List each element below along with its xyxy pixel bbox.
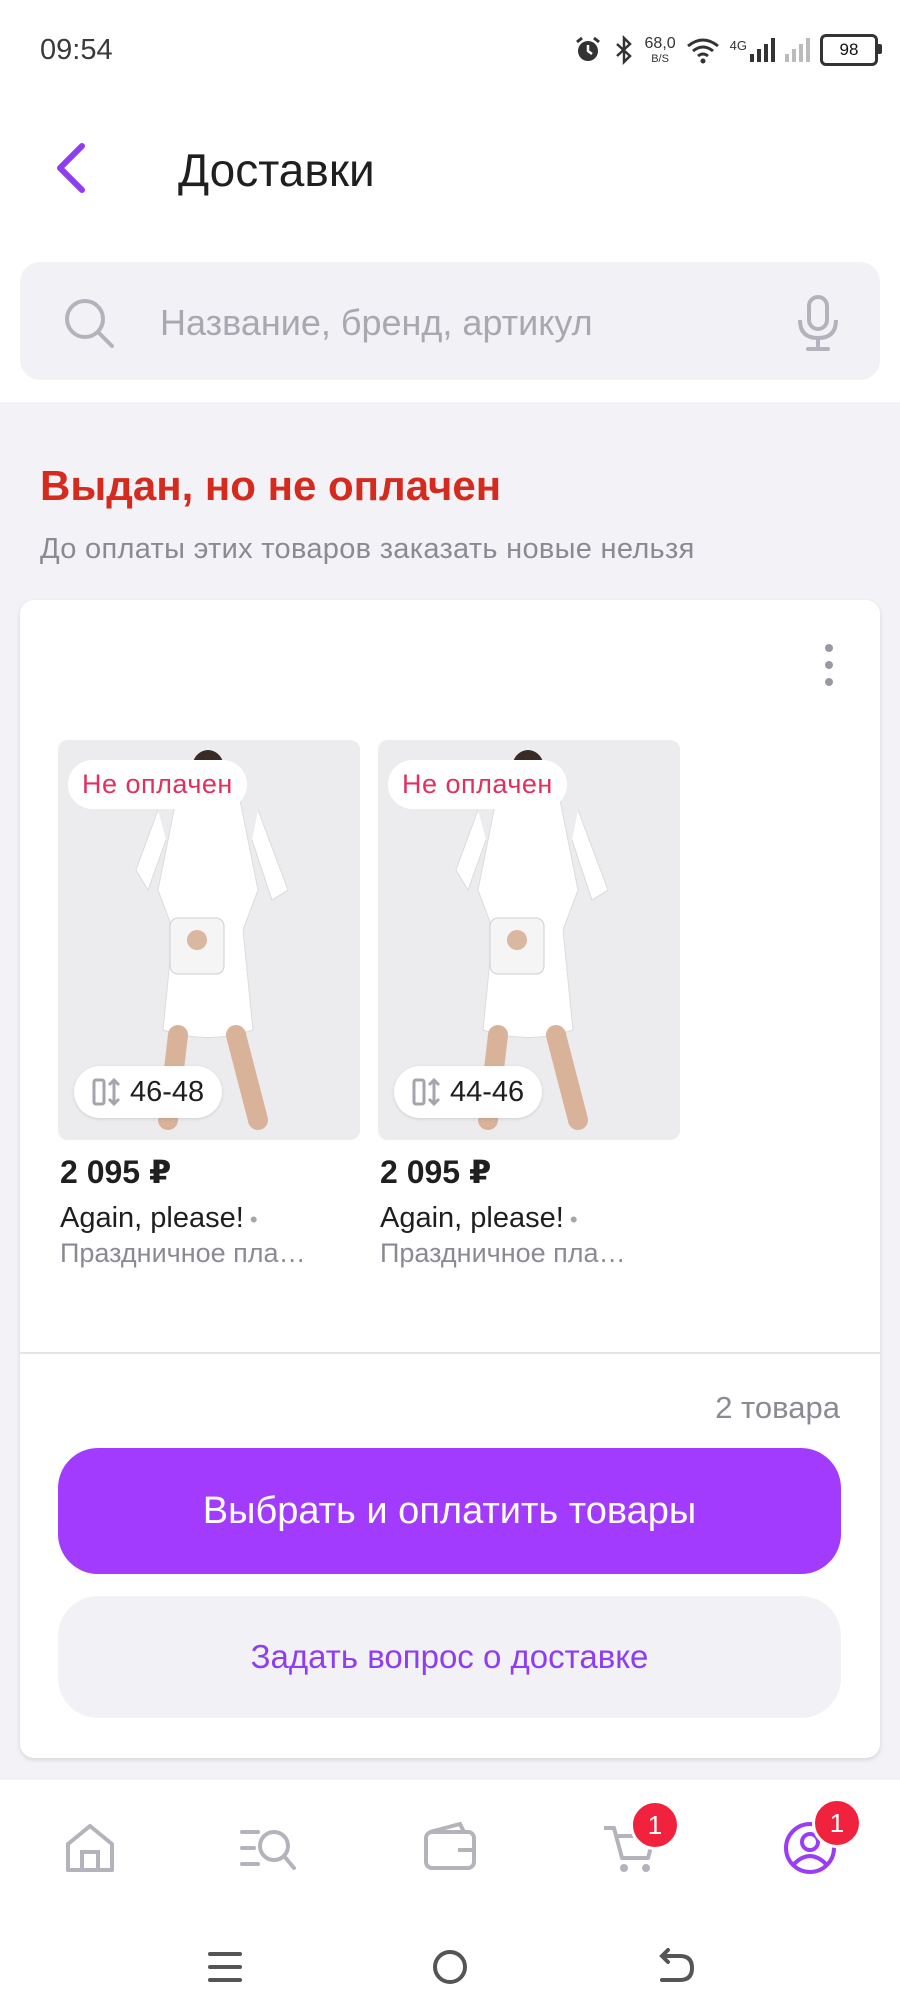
page-title: Доставки: [178, 144, 375, 196]
product-name: Праздничное пла…: [380, 1238, 626, 1268]
product-brand: Again, please! •: [60, 1202, 258, 1234]
battery-indicator: 98: [820, 34, 882, 66]
home-icon[interactable]: [60, 1818, 120, 1878]
size-badge: 46-48: [74, 1066, 223, 1118]
network-speed: 68,0 B/S: [644, 34, 676, 65]
bluetooth-icon: [615, 35, 632, 65]
status-icons: 68,0 B/S 4G 98: [573, 28, 882, 72]
alert-subtitle: До оплаты этих товаров заказать новые не…: [40, 533, 695, 565]
status-time: 09:54: [40, 34, 113, 66]
network-type: 4G: [729, 38, 747, 53]
cell-signal-icon: 4G: [730, 38, 775, 62]
product-price: 2 095 ₽: [380, 1154, 492, 1190]
cell-signal-2-icon: [785, 38, 810, 62]
product-image[interactable]: Не оплачен 46-48: [58, 740, 360, 1140]
speed-value: 68,0: [644, 34, 676, 52]
home-circle-icon[interactable]: [425, 1942, 475, 1992]
size-value: 46-48: [130, 1075, 205, 1108]
menu-icon[interactable]: [200, 1942, 250, 1992]
wallet-icon[interactable]: [420, 1818, 480, 1878]
search-icon: [65, 299, 114, 348]
cart-badge: 1: [630, 1800, 680, 1850]
select-and-pay-button[interactable]: Выбрать и оплатить товары: [58, 1448, 841, 1574]
more-options-icon[interactable]: [816, 644, 842, 694]
profile-badge: 1: [812, 1798, 862, 1848]
header: [0, 100, 900, 250]
alert-title: Выдан, но не оплачен: [40, 462, 502, 509]
back-arrow-icon[interactable]: [650, 1942, 700, 1992]
search-placeholder: Название, бренд, артикул: [160, 302, 593, 343]
size-value: 44-46: [450, 1075, 525, 1108]
brand-name: Again, please!: [60, 1202, 244, 1234]
brand-name: Again, please!: [380, 1202, 564, 1234]
catalog-search-icon[interactable]: [238, 1818, 298, 1878]
items-count: 2 товара: [715, 1390, 840, 1425]
product-image[interactable]: Не оплачен 44-46: [378, 740, 680, 1140]
size-ruler-icon: [412, 1077, 441, 1107]
divider: [20, 1352, 880, 1354]
product-name: Праздничное пла…: [60, 1238, 306, 1268]
unpaid-badge: Не оплачен: [388, 760, 567, 809]
unpaid-badge: Не оплачен: [68, 760, 247, 809]
size-badge: 44-46: [394, 1066, 543, 1118]
speed-unit: B/S: [651, 52, 669, 65]
chevron-left-icon[interactable]: [48, 140, 92, 196]
microphone-icon[interactable]: [796, 294, 840, 352]
size-ruler-icon: [92, 1077, 121, 1107]
product-brand: Again, please! •: [380, 1202, 578, 1234]
wifi-icon: [686, 38, 719, 64]
product-price: 2 095 ₽: [60, 1154, 172, 1190]
ask-delivery-question-button[interactable]: Задать вопрос о доставке: [58, 1596, 841, 1718]
alarm-icon: [575, 36, 600, 61]
battery-level: 98: [839, 40, 859, 59]
